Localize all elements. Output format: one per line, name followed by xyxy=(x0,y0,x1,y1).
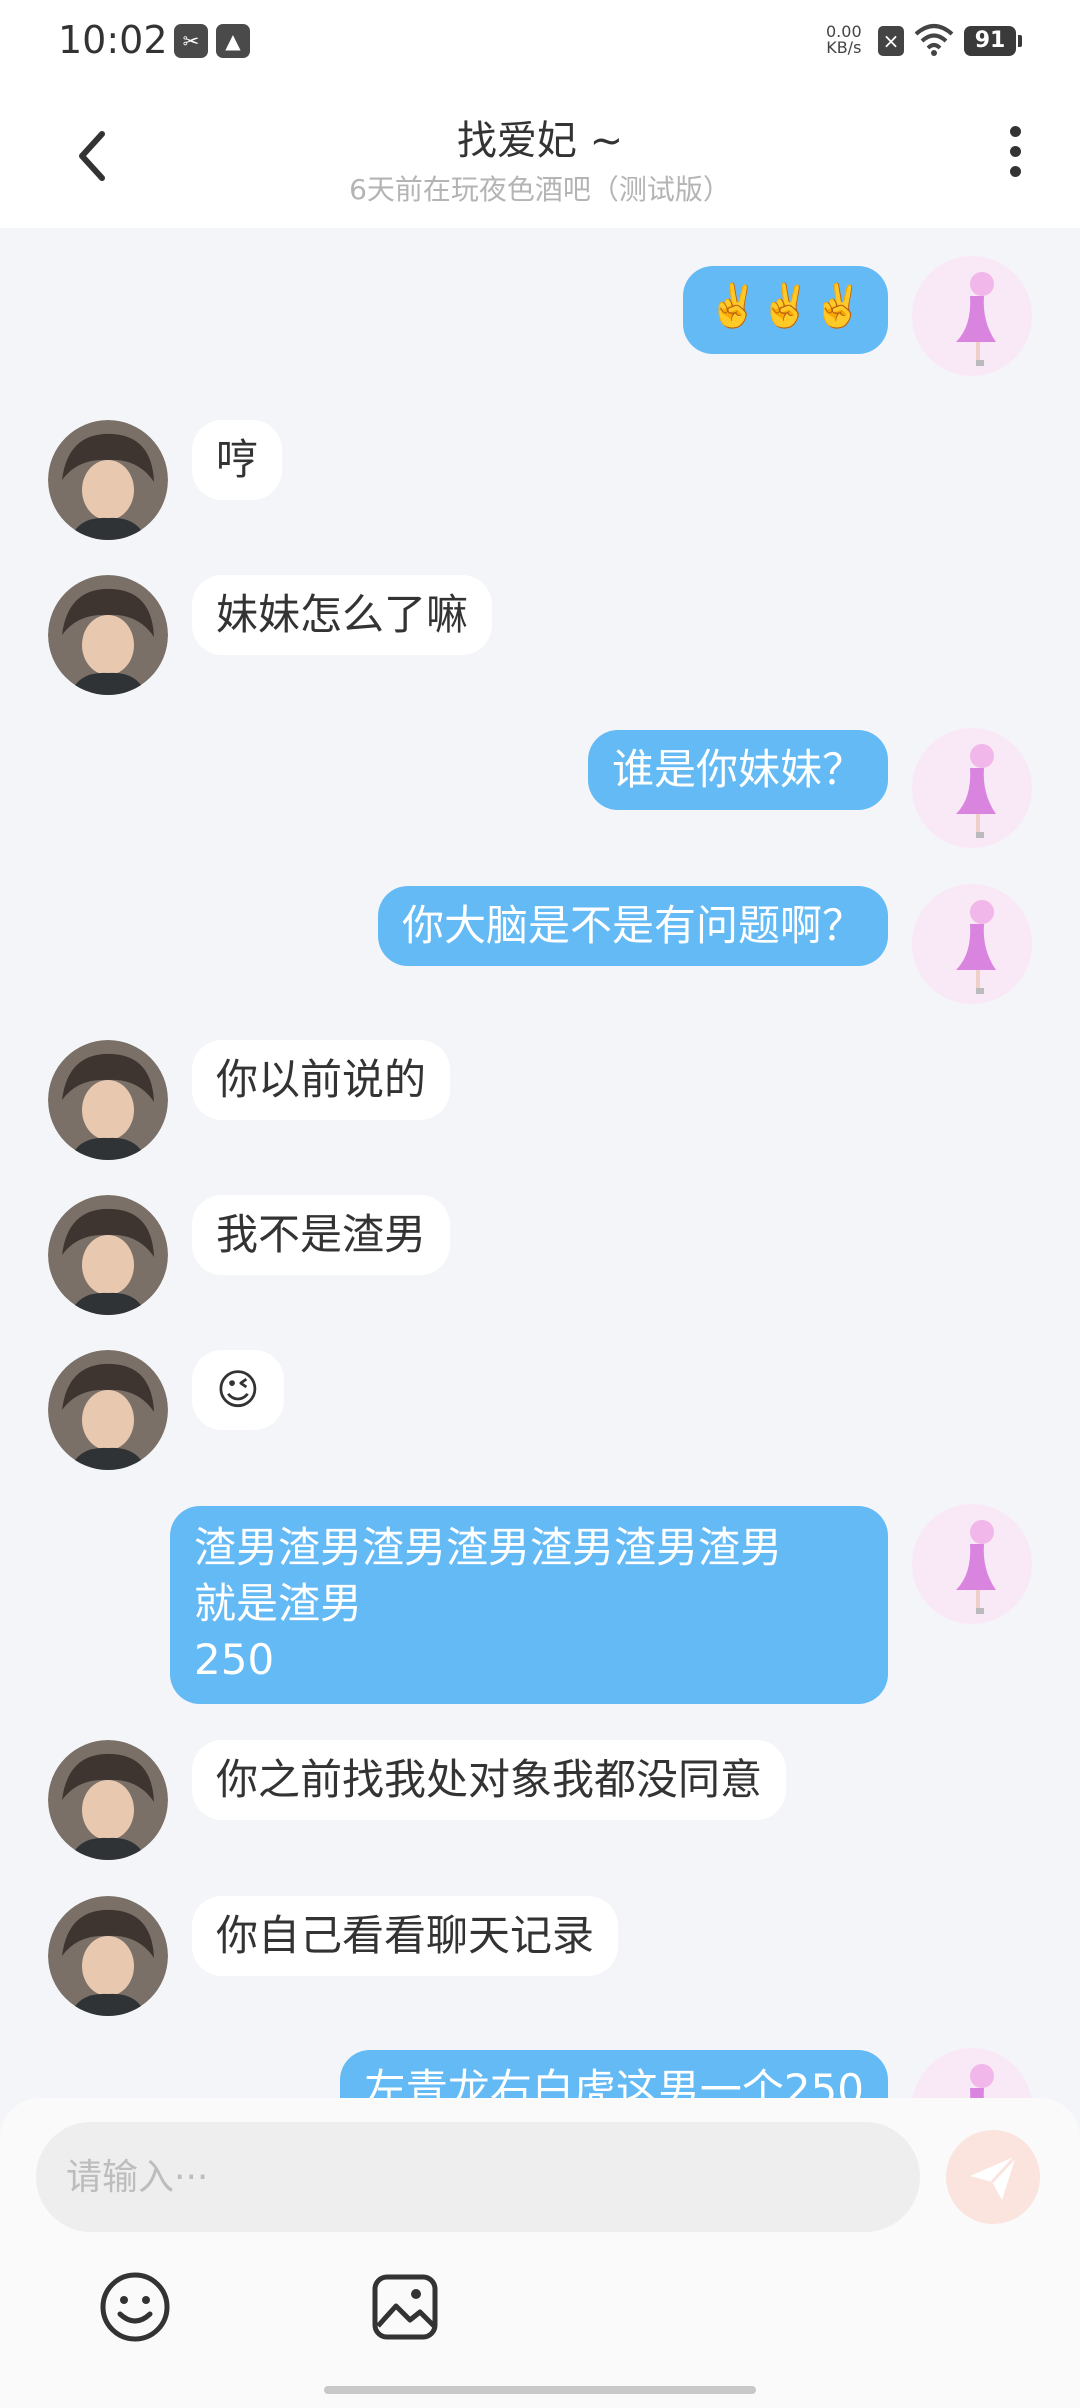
wifi-icon xyxy=(914,24,954,56)
message-bubble-outgoing[interactable]: 左青龙右白虎这男一个250 xyxy=(339,2050,888,2098)
my-avatar[interactable] xyxy=(912,256,1032,376)
send-button[interactable] xyxy=(946,2130,1040,2224)
gallery-notification-icon: ▲ xyxy=(216,24,250,58)
status-bar: 10:02 ✂ ▲ 0.00 KB/s × 91 xyxy=(0,0,1080,80)
network-speed: 0.00 KB/s xyxy=(826,24,862,56)
contact-avatar[interactable] xyxy=(48,1195,168,1315)
chat-screen: 10:02 ✂ ▲ 0.00 KB/s × 91 找爱妃 ~ 6天前在玩夜色酒吧… xyxy=(0,0,1080,2408)
my-avatar[interactable] xyxy=(912,1504,1032,1624)
app-notification-icon: ✂ xyxy=(174,24,208,58)
contact-status: 6天前在玩夜色酒吧（测试版） xyxy=(349,173,731,206)
more-dot xyxy=(1009,146,1021,157)
battery-icon: 91 xyxy=(964,26,1022,56)
message-bubble-outgoing[interactable]: 谁是你妹妹？ xyxy=(587,730,888,810)
send-icon xyxy=(970,2154,1018,2200)
chat-header: 找爱妃 ~ 6天前在玩夜色酒吧（测试版） xyxy=(0,80,1080,228)
contact-avatar[interactable] xyxy=(48,1350,168,1470)
contact-avatar[interactable] xyxy=(48,1040,168,1160)
message-bubble-incoming[interactable]: 你之前找我处对象我都没同意 xyxy=(192,1740,787,1820)
my-avatar[interactable] xyxy=(912,884,1032,1004)
contact-avatar[interactable] xyxy=(48,575,168,695)
message-line: 250 xyxy=(194,1635,275,1684)
message-bubble-incoming[interactable]: 我不是渣男 xyxy=(192,1195,451,1275)
emoji-icon[interactable] xyxy=(98,2270,172,2344)
composer-bar xyxy=(0,2098,1080,2408)
sim-disabled-icon: × xyxy=(878,26,904,56)
my-avatar[interactable] xyxy=(912,728,1032,848)
message-input[interactable] xyxy=(36,2122,920,2232)
contact-avatar[interactable] xyxy=(48,1740,168,1860)
message-bubble-outgoing[interactable]: 渣男渣男渣男渣男渣男渣男渣男 就是渣男 250 xyxy=(170,1506,888,1704)
contact-name: 找爱妃 ~ xyxy=(456,118,624,164)
more-dot xyxy=(1009,166,1021,177)
message-bubble-incoming[interactable]: 😉 xyxy=(192,1350,284,1430)
message-bubble-incoming[interactable]: 哼 xyxy=(192,420,283,500)
message-line: 就是渣男 xyxy=(194,1579,363,1628)
contact-avatar[interactable] xyxy=(48,1896,168,2016)
status-time: 10:02 xyxy=(58,18,168,62)
contact-avatar[interactable] xyxy=(48,420,168,540)
network-speed-unit: KB/s xyxy=(826,38,862,57)
message-bubble-incoming[interactable]: 妹妹怎么了嘛 xyxy=(192,575,493,655)
message-bubble-outgoing[interactable]: 你大脑是不是有问题啊？ xyxy=(377,886,888,966)
home-indicator[interactable] xyxy=(324,2386,756,2394)
more-dot xyxy=(1009,126,1021,137)
image-icon[interactable] xyxy=(370,2272,440,2342)
message-bubble-incoming[interactable]: 你自己看看聊天记录 xyxy=(192,1896,619,1976)
message-bubble-incoming[interactable]: 你以前说的 xyxy=(192,1040,451,1120)
message-line: 渣男渣男渣男渣男渣男渣男渣男 xyxy=(194,1523,783,1572)
my-avatar[interactable] xyxy=(912,2048,1032,2098)
message-list[interactable]: ✌️✌️✌️ 哼 妹妹怎么了嘛 谁是你妹妹？ 你大脑是不是有问题啊？ 你以前说的… xyxy=(0,228,1080,2098)
more-options-button[interactable] xyxy=(1000,126,1030,186)
message-bubble-outgoing[interactable]: ✌️✌️✌️ xyxy=(683,266,888,354)
